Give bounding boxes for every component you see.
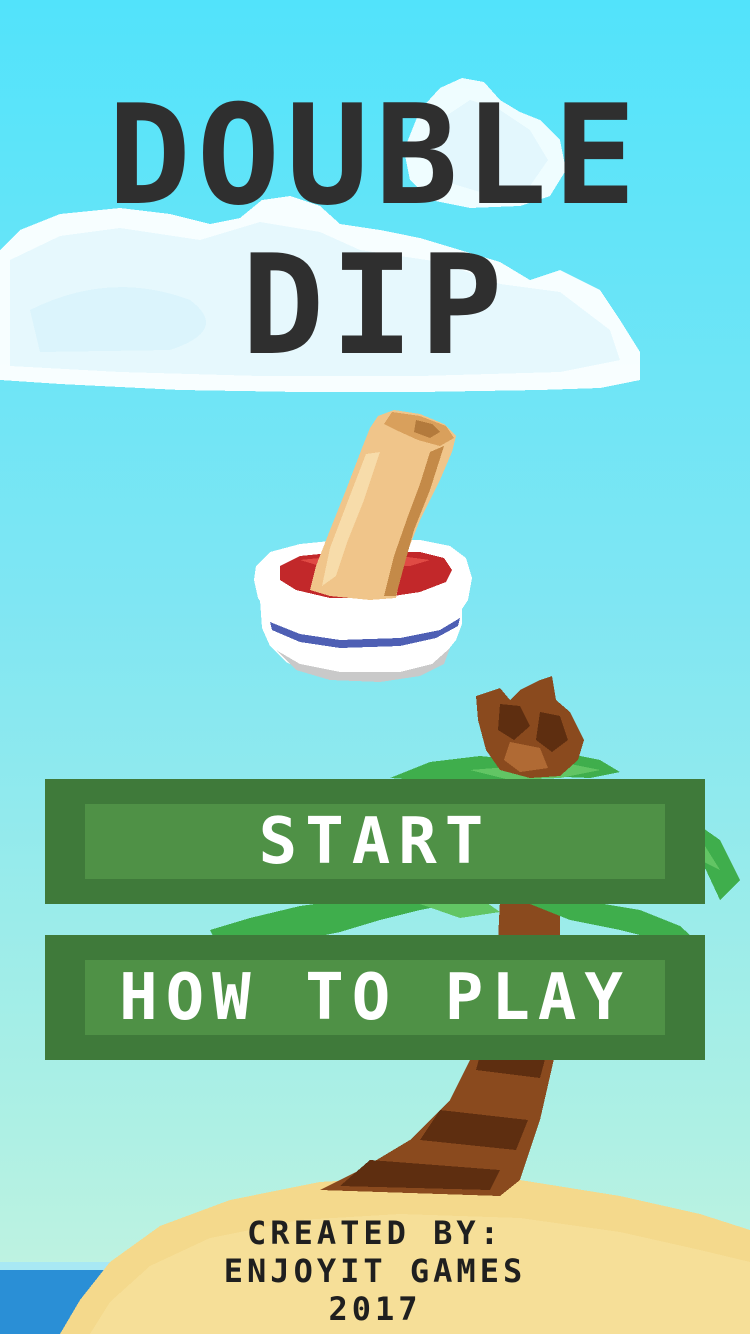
game-title-line-1: DOUBLE <box>107 75 643 236</box>
game-screen: DOUBLE DIP START HOW TO PLAY CREATED BY:… <box>0 0 750 1334</box>
how-to-play-button[interactable]: HOW TO PLAY <box>45 935 705 1060</box>
start-button-inner[interactable]: START <box>85 804 665 879</box>
how-to-play-button-inner[interactable]: HOW TO PLAY <box>85 960 665 1035</box>
credits-line-studio: ENJOYIT GAMES <box>223 1252 527 1290</box>
credits: CREATED BY: ENJOYIT GAMES 2017 <box>0 1214 750 1328</box>
credits-line-year: 2017 <box>328 1290 422 1328</box>
how-to-play-button-label: HOW TO PLAY <box>119 960 631 1035</box>
game-title-line-2: DIP <box>241 225 509 386</box>
credits-line-created-by: CREATED BY: <box>247 1214 503 1252</box>
start-button[interactable]: START <box>45 779 705 904</box>
spring-roll-in-dip-bowl-icon <box>254 410 472 682</box>
start-button-label: START <box>258 804 492 879</box>
